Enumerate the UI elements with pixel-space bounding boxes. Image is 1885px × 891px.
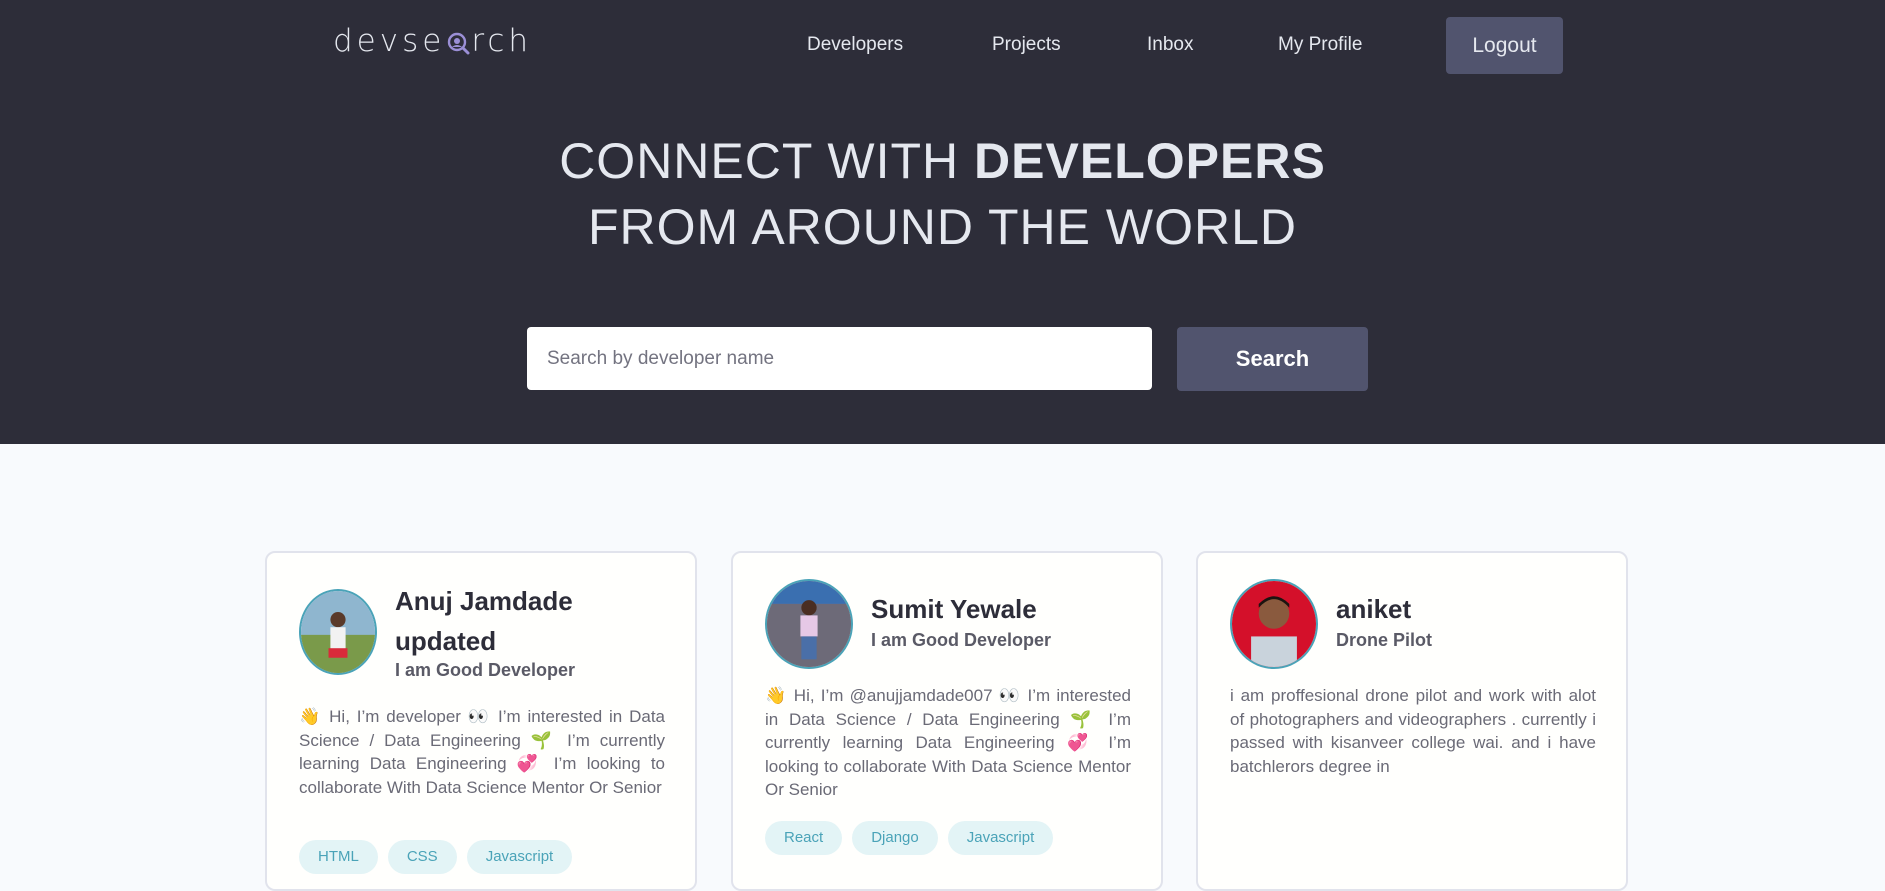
developer-name[interactable]: Sumit Yewale	[871, 589, 1151, 629]
developer-name[interactable]: Anuj Jamdade updated	[395, 581, 675, 661]
hero-section: devse rch Developers Projects Inbox My Pr…	[0, 0, 1885, 444]
nav-link-developers[interactable]: Developers	[807, 16, 903, 74]
developer-card[interactable]: Anuj Jamdade updated I am Good Developer…	[265, 551, 697, 891]
search-button[interactable]: Search	[1177, 327, 1368, 391]
developer-card[interactable]: Sumit Yewale I am Good Developer 👋 Hi, I…	[731, 551, 1163, 891]
skill-tag: HTML	[299, 840, 378, 874]
avatar	[299, 589, 377, 675]
developer-bio: i am proffesional drone pilot and work w…	[1230, 686, 1596, 776]
avatar	[1230, 579, 1318, 669]
search-input[interactable]	[527, 327, 1152, 390]
developer-bio: 👋 Hi, I’m developer 👀 I’m interested in …	[299, 707, 665, 797]
developer-role: Drone Pilot	[1336, 630, 1433, 650]
skill-tag: CSS	[387, 840, 457, 874]
developer-role: I am Good Developer	[871, 630, 1052, 650]
avatar	[765, 579, 853, 669]
skill-tag: React	[765, 821, 843, 855]
developer-card[interactable]: aniket Drone Pilot i am proffesional dro…	[1196, 551, 1628, 891]
skill-tag: Django	[852, 821, 938, 855]
nav-link-projects[interactable]: Projects	[992, 16, 1061, 74]
page-headline: CONNECT WITH DEVELOPERS FROM AROUND THE …	[0, 128, 1885, 260]
developer-bio: 👋 Hi, I’m @anujjamdade007 👀 I’m interest…	[765, 686, 1131, 800]
skill-tags: HTML CSS Javascript	[299, 840, 573, 874]
logout-button[interactable]: Logout	[1446, 17, 1563, 74]
developer-role: I am Good Developer	[395, 660, 576, 680]
skill-tag: Javascript	[947, 821, 1054, 855]
nav-link-inbox[interactable]: Inbox	[1147, 16, 1193, 74]
headline-line1-bold: DEVELOPERS	[974, 133, 1326, 189]
headline-line1-light: CONNECT WITH	[559, 133, 975, 189]
developer-name[interactable]: aniket	[1336, 589, 1616, 629]
top-nav: Developers Projects Inbox My Profile	[0, 16, 1885, 74]
skill-tag: Javascript	[466, 840, 573, 874]
headline-line2: FROM AROUND THE WORLD	[588, 199, 1297, 255]
nav-link-my-profile[interactable]: My Profile	[1278, 16, 1362, 74]
skill-tags: React Django Javascript	[765, 821, 1054, 855]
